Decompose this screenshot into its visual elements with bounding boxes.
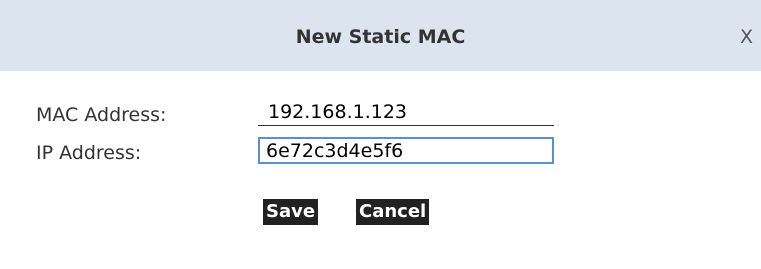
- close-icon[interactable]: X: [740, 26, 753, 48]
- mac-address-input[interactable]: [258, 99, 554, 126]
- dialog-title: New Static MAC: [295, 26, 466, 48]
- new-static-mac-dialog: New Static MAC X MAC Address: IP Address…: [0, 0, 761, 269]
- ip-address-label: IP Address:: [36, 142, 142, 164]
- dialog-titlebar: New Static MAC X: [0, 0, 761, 71]
- cancel-button[interactable]: Cancel: [356, 199, 430, 225]
- save-button[interactable]: Save: [263, 199, 319, 225]
- mac-address-label: MAC Address:: [36, 104, 167, 126]
- ip-address-input[interactable]: [258, 137, 554, 164]
